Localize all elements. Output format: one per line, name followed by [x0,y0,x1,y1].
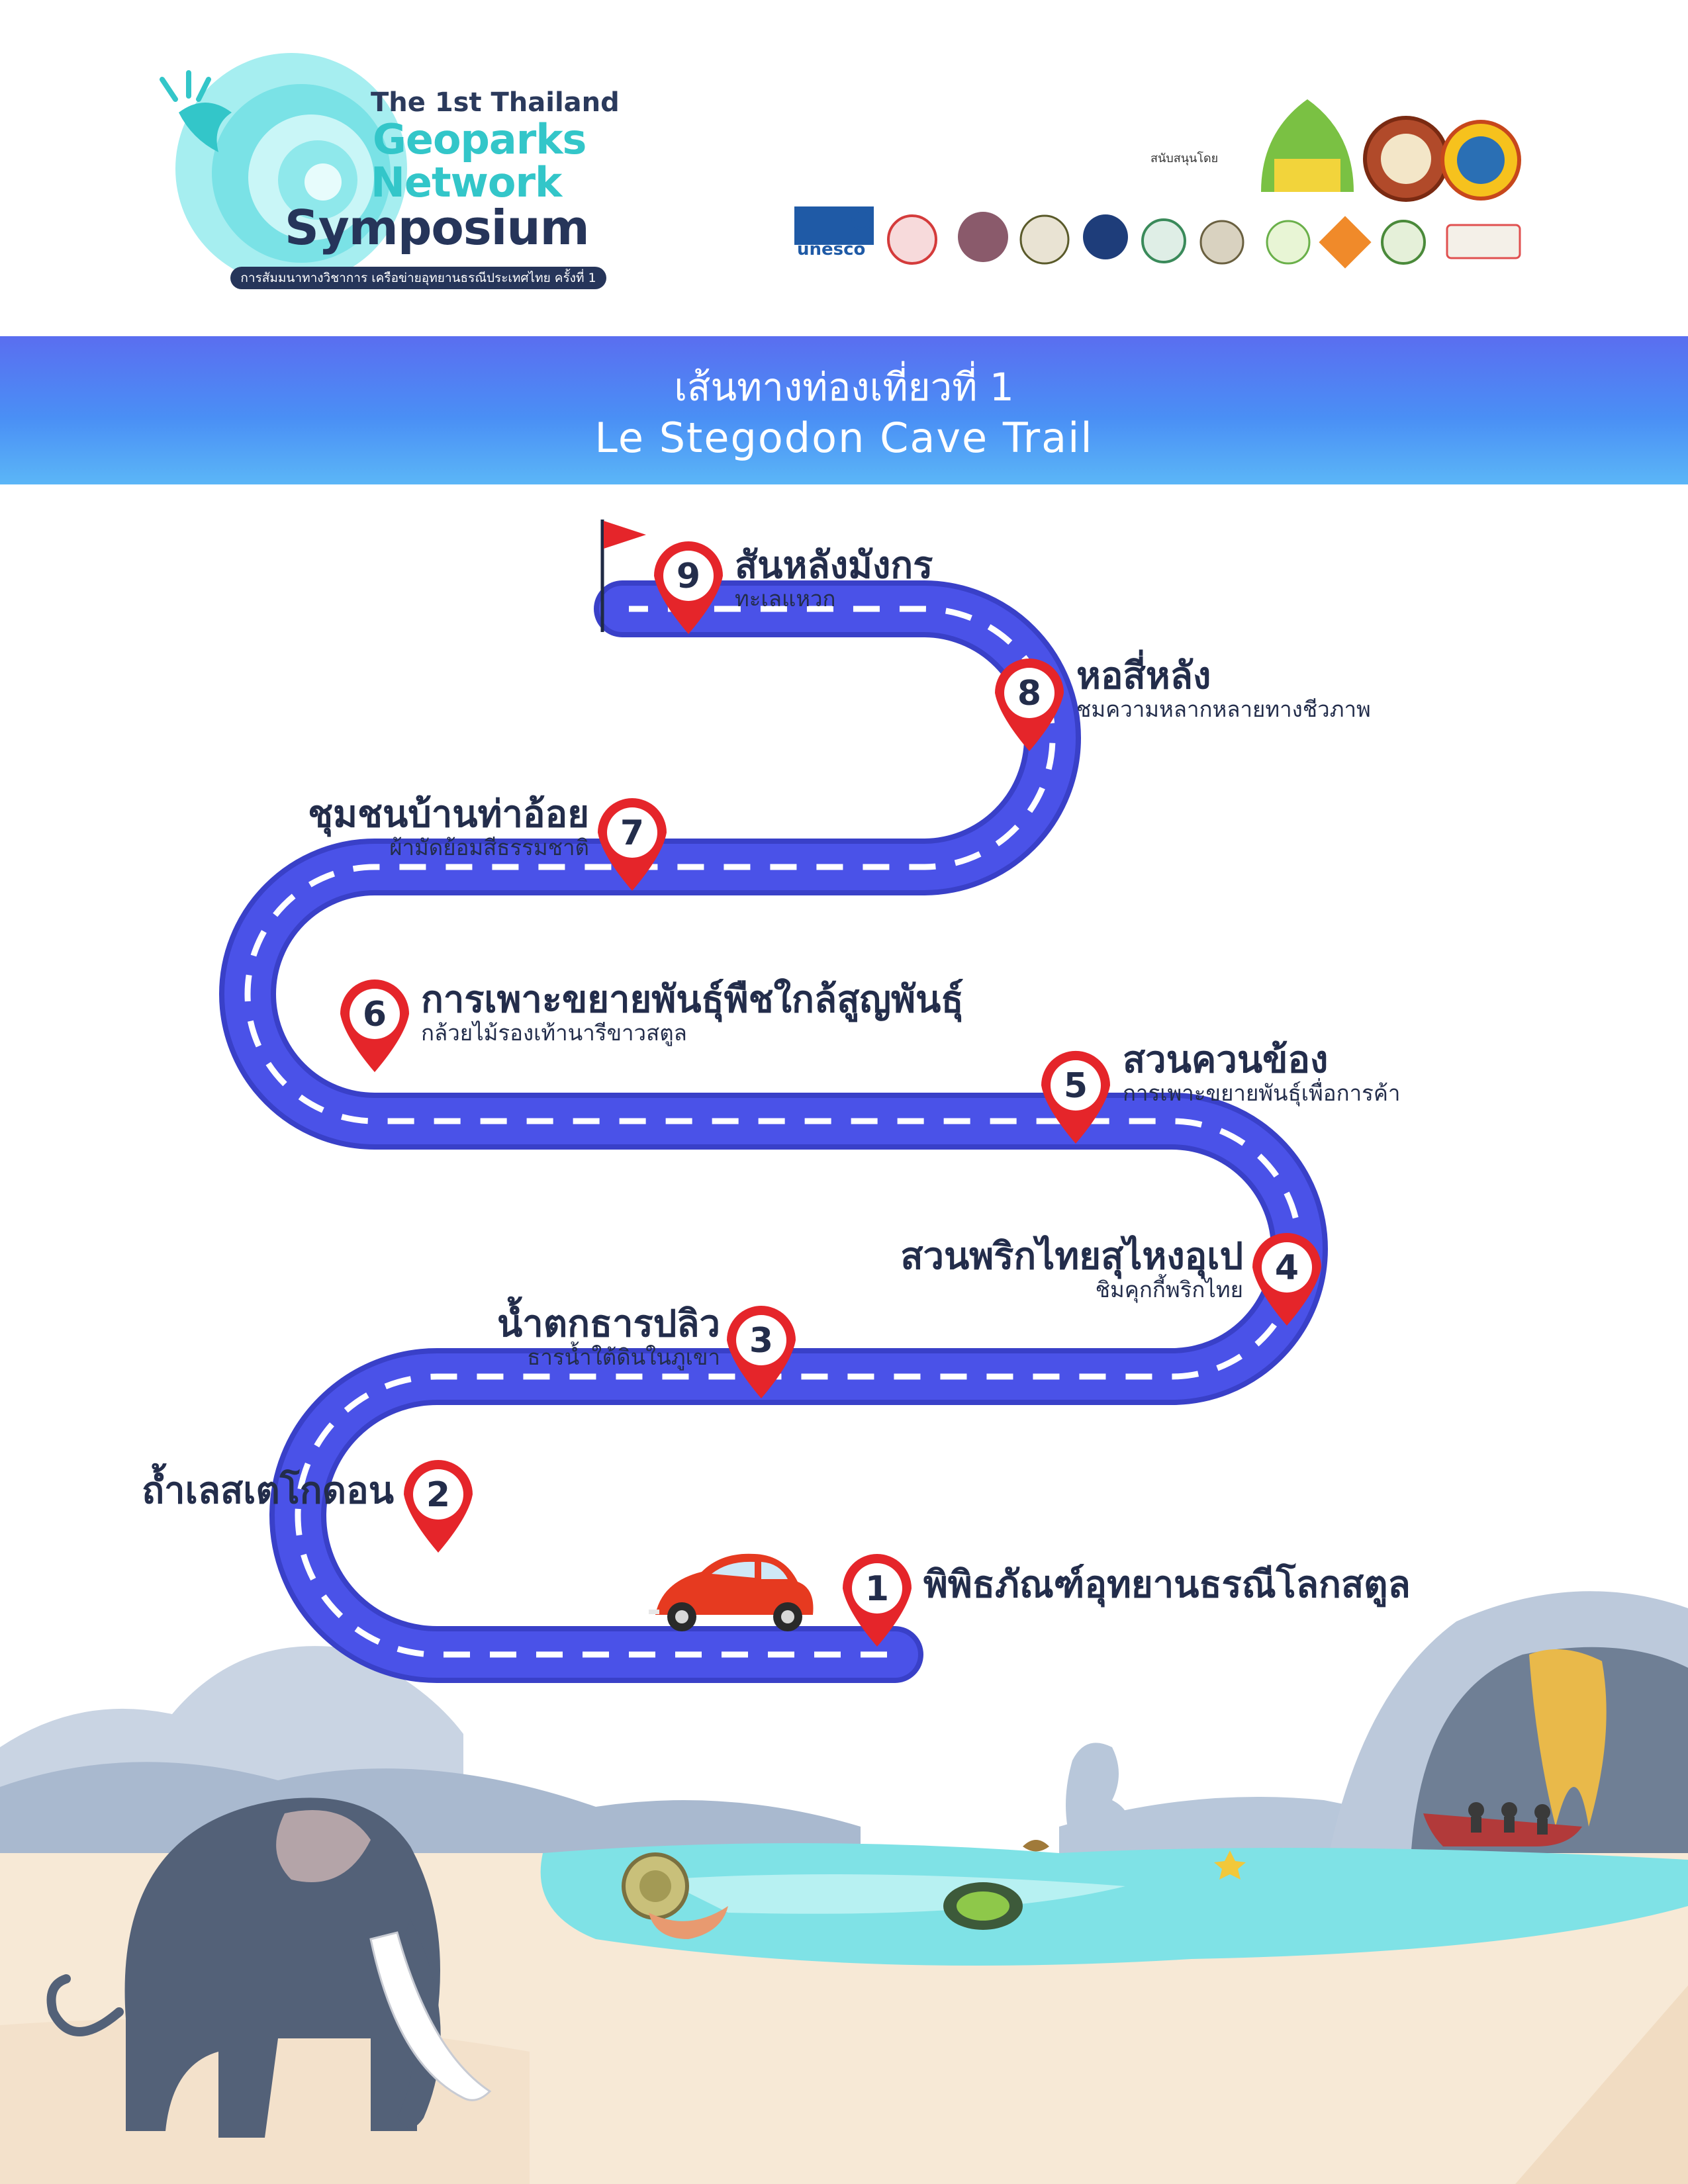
stop-5-label: สวนควนข้อง การเพาะขยายพันธุ์เพื่อการค้า [1123,1038,1401,1106]
stop-3-subtitle: ธารน้ำใต้ดินในภูเขา [527,1343,720,1370]
stop-7-subtitle: ผ้ามัดย้อมสีธรรมชาติ [389,834,589,860]
stop-1-name: พิพิธภัณฑ์อุทยานธรณีโลกสตูล [923,1563,1411,1606]
stop-2-label: ถ้ำเลสเตโกดอน [142,1469,394,1512]
stop-5-name: สวนควนข้อง [1123,1038,1329,1081]
stop-6-label: การเพาะขยายพันธุ์พืชใกล้สูญพันธุ์ กล้วยไ… [421,978,964,1046]
route-map: 1 2 3 4 5 6 7 8 9 [0,520,1688,2184]
map-pin-number: 8 [1017,674,1041,713]
red-car-icon [649,1553,814,1631]
stop-7-label: ชุมชนบ้านท่าอ้อย ผ้ามัดย้อมสีธรรมชาติ [308,793,589,860]
stop-8-name: หอสี่หลัง [1076,655,1211,698]
shell-icon [1023,1840,1049,1852]
stop-7-name: ชุมชนบ้านท่าอ้อย [308,793,589,836]
stop-4-label: สวนพริกไทยสุไหงอุเป ชิมคุกกี้พริกไทย [900,1235,1243,1302]
stop-9-name: สันหลังมังกร [735,544,933,587]
stop-4-name: สวนพริกไทยสุไหงอุเป [900,1235,1243,1278]
stop-5-subtitle: การเพาะขยายพันธุ์เพื่อการค้า [1123,1079,1401,1106]
map-pin-number: 5 [1064,1066,1088,1106]
map-pin-number: 1 [865,1569,889,1609]
map-pin-number: 6 [363,995,387,1034]
stop-3-label: น้ำตกธารปลิว ธารน้ำใต้ดินในภูเขา [496,1302,720,1370]
stop-9-subtitle: ทะเลแหวก [735,585,836,612]
stop-8-label: หอสี่หลัง ชมความหลากหลายทางชีวภาพ [1076,657,1371,722]
map-pin-number: 4 [1275,1248,1299,1288]
map-pin-2-icon: 2 [404,1460,473,1553]
map-pin-number: 9 [677,557,700,596]
stop-6-subtitle: กล้วยไม้รองเท้านารีขาวสตูล [421,1019,687,1046]
map-pin-6-icon: 6 [340,979,409,1072]
stop-9-label: สันหลังมังกร ทะเลแหวก [735,544,933,612]
map-pin-number: 7 [620,813,644,853]
stop-3-name: น้ำตกธารปลิว [496,1302,720,1345]
stop-2-name: ถ้ำเลสเตโกดอน [142,1469,394,1512]
trilobite-fossil-icon [943,1882,1023,1930]
stop-4-subtitle: ชิมคุกกี้พริกไทย [1095,1276,1243,1302]
map-pin-number: 3 [749,1321,773,1361]
map-pin-number: 2 [426,1475,450,1515]
stop-6-name: การเพาะขยายพันธุ์พืชใกล้สูญพันธุ์ [421,978,964,1021]
stop-8-subtitle: ชมความหลากหลายทางชีวภาพ [1076,696,1371,722]
infographic-canvas: The 1st Thailand Geoparks Network Sympos… [0,0,1688,2184]
stop-1-label: พิพิธภัณฑ์อุทยานธรณีโลกสตูล [923,1563,1411,1606]
